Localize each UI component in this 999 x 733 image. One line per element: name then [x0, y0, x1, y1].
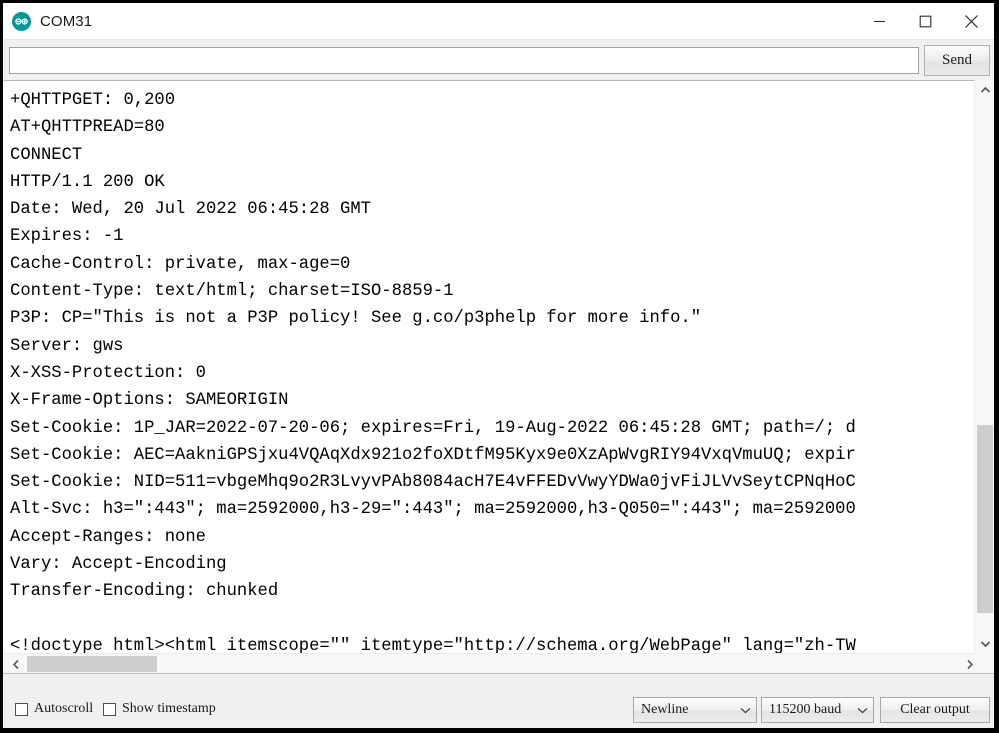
horizontal-scrollbar-thumb[interactable]: [27, 656, 157, 672]
chevron-left-icon[interactable]: [6, 654, 26, 674]
serial-output-line: +QHTTPGET: 0,200: [10, 91, 176, 110]
maximize-icon[interactable]: [902, 3, 948, 39]
serial-output-line: Transfer-Encoding: chunked: [10, 582, 279, 602]
autoscroll-checkbox-box[interactable]: [15, 702, 28, 716]
baud-rate-value: 115200 baud: [769, 702, 842, 717]
serial-output-line: [10, 606, 974, 633]
autoscroll-label: Autoscroll: [34, 701, 94, 716]
window-title: COM31: [40, 12, 93, 30]
send-button[interactable]: Send: [924, 45, 990, 76]
serial-output-line: AT+QHTTPREAD=80: [10, 118, 165, 138]
serial-output-line: Date: Wed, 20 Jul 2022 06:45:28 GMT: [10, 200, 371, 220]
footer-toolbar: Autoscroll Show timestamp Newline 115200…: [3, 673, 994, 728]
serial-output-line: Set-Cookie: AEC=AakniGPSjxu4VQAqXdx921o2…: [10, 445, 856, 465]
show-timestamp-checkbox-box[interactable]: [103, 702, 116, 716]
send-bar: Send: [3, 39, 994, 81]
serial-output-line: Expires: -1: [10, 227, 124, 247]
chevron-down-icon[interactable]: [734, 707, 756, 714]
serial-output-line: Accept-Ranges: none: [10, 527, 206, 547]
serial-output-line: Alt-Svc: h3=":443"; ma=2592000,h3-29=":4…: [10, 500, 856, 520]
serial-output-line: Vary: Accept-Encoding: [10, 555, 227, 575]
vertical-scrollbar-thumb[interactable]: [977, 425, 993, 613]
arduino-logo-icon: [12, 11, 31, 31]
show-timestamp-checkbox[interactable]: Show timestamp: [103, 699, 216, 719]
serial-output-line: Server: gws: [10, 336, 124, 356]
serial-output-line: X-XSS-Protection: 0: [10, 363, 206, 383]
serial-output-line: Content-Type: text/html; charset=ISO-885…: [10, 282, 454, 302]
serial-output-panel: +QHTTPGET: 0,200 AT+QHTTPREAD=80 CONNECT HT…: [3, 80, 994, 673]
serial-output-line: Set-Cookie: NID=511=vbgeMhq9o2R3LvyvPAb8…: [10, 473, 856, 493]
send-input[interactable]: [9, 47, 919, 74]
horizontal-scrollbar[interactable]: [3, 653, 994, 673]
chevron-down-icon[interactable]: [975, 634, 994, 653]
title-bar: COM31: [3, 3, 994, 39]
minimize-icon[interactable]: [856, 3, 902, 39]
title-bar-left: COM31: [3, 3, 856, 39]
serial-output-line: P3P: CP="This is not a P3P policy! See g…: [10, 309, 702, 329]
serial-output-line: Set-Cookie: 1P_JAR=2022-07-20-06; expire…: [10, 418, 856, 438]
scrollbar-corner: [974, 653, 994, 673]
show-timestamp-label: Show timestamp: [122, 701, 216, 716]
close-icon[interactable]: [948, 3, 994, 39]
serial-output-line: X-Frame-Options: SAMEORIGIN: [10, 391, 289, 411]
baud-rate-select[interactable]: 115200 baud: [761, 697, 874, 723]
serial-output-line: CONNECT: [10, 145, 83, 165]
autoscroll-checkbox[interactable]: Autoscroll: [15, 699, 93, 719]
chevron-down-icon[interactable]: [851, 707, 873, 714]
line-ending-select[interactable]: Newline: [633, 697, 757, 723]
clear-output-button[interactable]: Clear output: [880, 697, 990, 723]
serial-output-text[interactable]: +QHTTPGET: 0,200 AT+QHTTPREAD=80 CONNECT HT…: [3, 81, 974, 664]
vertical-scrollbar[interactable]: [974, 80, 994, 653]
serial-monitor-window: COM31 Send +QHTTPGET: 0,200 AT+QHTTPREAD=…: [0, 0, 999, 733]
serial-output-line: Cache-Control: private, max-age=0: [10, 254, 351, 274]
serial-output-line: HTTP/1.1 200 OK: [10, 172, 165, 192]
line-ending-value: Newline: [641, 702, 689, 717]
chevron-up-icon[interactable]: [975, 80, 994, 99]
